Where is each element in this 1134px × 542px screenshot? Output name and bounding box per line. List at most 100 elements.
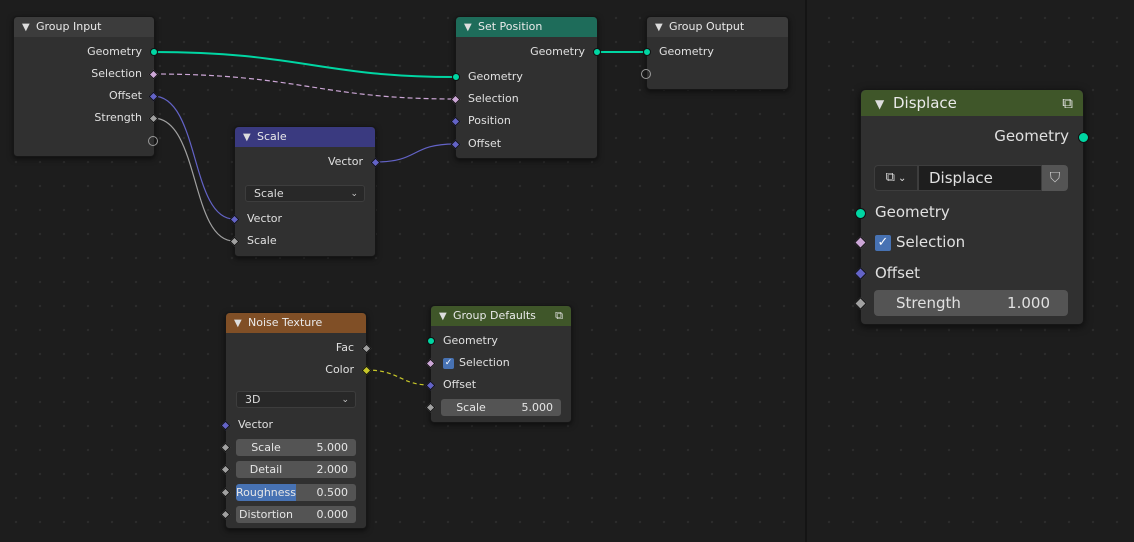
socket-label: Selection <box>91 67 142 80</box>
group-name: Displace <box>929 169 993 187</box>
socket-label: Offset <box>443 378 477 391</box>
socket-label: Offset <box>468 137 502 150</box>
dropdown-value: Scale <box>254 187 284 200</box>
field-value: 5.000 <box>316 441 349 454</box>
input-offset: Offset <box>431 376 571 394</box>
shield-icon: ⛉ <box>1049 170 1061 186</box>
socket-label: Offset <box>108 89 142 102</box>
geometry-socket-icon[interactable] <box>855 208 866 219</box>
link-geometry-to-set-position <box>152 51 456 78</box>
socket-label: Geometry <box>443 334 498 347</box>
group-browse-button[interactable]: ⧉ ⌄ <box>874 165 918 191</box>
node-header[interactable]: ▼ Group Output <box>647 17 788 37</box>
field-value: 1.000 <box>1007 294 1050 312</box>
link-offset-to-scale-vector <box>152 95 235 220</box>
output-geometry: Geometry <box>14 43 154 61</box>
socket-label: Vector <box>327 155 363 168</box>
field-value: 0.500 <box>316 486 349 499</box>
group-name-field[interactable]: Displace <box>918 165 1042 191</box>
collapse-chevron-icon[interactable]: ▼ <box>875 91 893 117</box>
node-header[interactable]: ▼ Set Position <box>456 17 597 37</box>
displace-node[interactable]: ▼ Displace ⧉ Geometry ⧉ ⌄ Displace ⛉ Geomet… <box>854 89 1089 325</box>
node-title: Set Position <box>478 20 543 33</box>
field-value: 5.000 <box>521 401 554 414</box>
output-selection: Selection <box>14 65 154 83</box>
input-offset: Offset <box>875 264 920 282</box>
input-selection: ✓ Selection <box>431 354 571 372</box>
output-strength: Strength <box>14 109 154 127</box>
geometry-socket-icon[interactable] <box>150 48 158 56</box>
socket-label: Strength <box>94 111 142 124</box>
node-title: Group Input <box>36 20 102 33</box>
node-group-icon[interactable]: ⧉ <box>1062 90 1073 116</box>
socket-label: Offset <box>875 264 921 282</box>
node-header[interactable]: ▼ Scale <box>235 127 375 147</box>
distortion-field[interactable]: Distortion 0.000 <box>236 506 356 523</box>
group-selector[interactable]: ⧉ ⌄ Displace ⛉ <box>874 165 1068 191</box>
output-geometry: Geometry <box>994 127 1069 145</box>
socket-label: Geometry <box>87 45 142 58</box>
geometry-socket-icon[interactable] <box>1078 132 1089 143</box>
field-value: 2.000 <box>316 463 349 476</box>
geometry-socket-icon[interactable] <box>452 73 460 81</box>
collapse-chevron-icon[interactable]: ▼ <box>439 307 453 327</box>
selection-checkbox[interactable]: ✓ <box>443 357 454 369</box>
collapse-chevron-icon[interactable]: ▼ <box>464 18 478 38</box>
input-geometry: Geometry <box>456 68 597 86</box>
socket-label: Geometry <box>875 203 950 221</box>
socket-label: Vector <box>238 418 274 431</box>
link-noise-color-to-offset <box>365 369 431 386</box>
socket-label: Fac <box>335 341 354 354</box>
field-label: Scale <box>251 441 281 454</box>
geometry-socket-icon[interactable] <box>643 48 651 56</box>
empty-socket-icon[interactable] <box>148 136 158 146</box>
input-offset: Offset <box>456 135 597 153</box>
node-header[interactable]: ▼ Noise Texture <box>226 313 366 333</box>
node-group-icon[interactable]: ⧉ <box>555 306 563 326</box>
socket-label: Geometry <box>530 45 585 58</box>
strength-field[interactable]: Strength 1.000 <box>874 290 1068 316</box>
fake-user-button[interactable]: ⛉ <box>1042 165 1068 191</box>
set-position-node[interactable]: ▼ Set Position Geometry Geometry Selectio… <box>450 16 601 159</box>
output-geometry: Geometry <box>456 43 597 61</box>
geometry-socket-icon[interactable] <box>593 48 601 56</box>
output-vector: Vector <box>235 153 375 171</box>
group-output-node[interactable]: ▼ Group Output Geometry <box>641 16 789 90</box>
socket-label: Selection <box>468 92 519 105</box>
field-label: Strength <box>896 294 961 312</box>
link-selection-to-set-position <box>152 73 456 100</box>
group-input-node[interactable]: ▼ Group Input Geometry Selection Offset S… <box>13 16 159 157</box>
input-selection: ✓ Selection <box>875 233 965 251</box>
group-defaults-node[interactable]: ▼ Group Defaults ⧉ Geometry ✓ Selection Off… <box>425 305 572 423</box>
detail-field[interactable]: Detail 2.000 <box>236 461 356 478</box>
node-header[interactable]: ▼ Group Defaults ⧉ <box>431 306 571 326</box>
node-title: Displace <box>893 94 957 112</box>
node-title: Noise Texture <box>248 316 323 329</box>
geometry-socket-icon[interactable] <box>427 337 435 345</box>
collapse-chevron-icon[interactable]: ▼ <box>655 18 669 38</box>
input-geometry: Geometry <box>647 43 788 61</box>
socket-label: Selection <box>459 356 510 369</box>
dimensions-dropdown[interactable]: 3D ⌄ <box>236 391 356 408</box>
scale-field[interactable]: Scale 5.000 <box>236 439 356 456</box>
node-header[interactable]: ▼ Displace ⧉ <box>861 90 1083 116</box>
empty-socket-icon[interactable] <box>641 69 651 79</box>
field-label: Roughness <box>236 486 297 499</box>
output-color: Color <box>226 361 366 379</box>
noise-texture-node[interactable]: ▼ Noise Texture Fac Color 3D ⌄ Vector Scal… <box>220 312 372 529</box>
node-header[interactable]: ▼ Group Input <box>14 17 154 37</box>
input-geometry: Geometry <box>431 332 571 350</box>
collapse-chevron-icon[interactable]: ▼ <box>243 128 257 148</box>
field-label: Distortion <box>239 508 293 521</box>
scale-field[interactable]: Scale 5.000 <box>441 399 561 416</box>
node-title: Group Output <box>669 20 745 33</box>
roughness-field[interactable]: Roughness 0.500 <box>236 484 356 501</box>
operation-dropdown[interactable]: Scale ⌄ <box>245 185 365 202</box>
socket-label: Color <box>325 363 354 376</box>
input-selection: Selection <box>456 90 597 108</box>
selection-checkbox[interactable]: ✓ <box>875 234 891 251</box>
input-vector: Vector <box>235 210 375 228</box>
collapse-chevron-icon[interactable]: ▼ <box>234 314 248 334</box>
collapse-chevron-icon[interactable]: ▼ <box>22 18 36 38</box>
scale-node[interactable]: ▼ Scale Vector Scale ⌄ Vector Scale <box>229 126 381 257</box>
